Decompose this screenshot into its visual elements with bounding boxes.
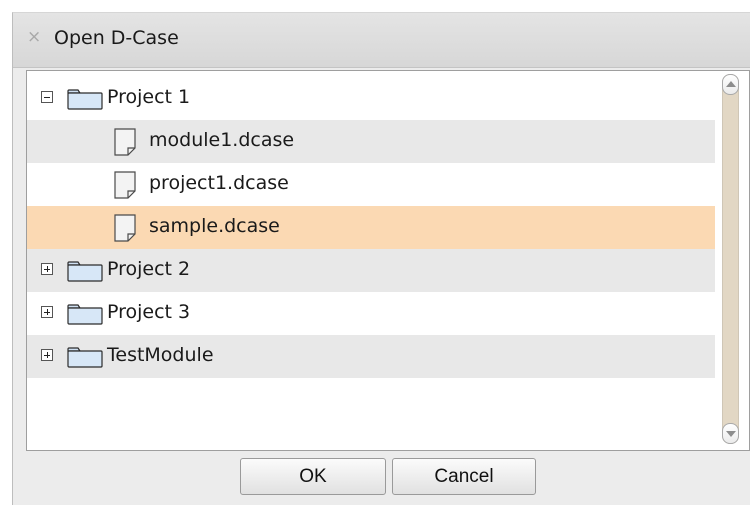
tree-row-project-1[interactable]: Project 1 xyxy=(27,77,715,120)
dialog-titlebar: × Open D-Case xyxy=(13,13,750,68)
file-icon xyxy=(114,128,136,156)
arrow-up-icon xyxy=(726,81,736,87)
open-dcase-dialog: × Open D-Case Project 1 module1.dcase pr… xyxy=(12,12,750,505)
scroll-up-button[interactable] xyxy=(722,74,739,95)
tree-item-label: project1.dcase xyxy=(149,172,289,194)
tree-item-label: Project 3 xyxy=(107,301,191,323)
scrollbar-track[interactable] xyxy=(722,74,739,444)
scroll-down-button[interactable] xyxy=(722,423,739,444)
tree-item-label: module1.dcase xyxy=(149,129,295,151)
folder-icon xyxy=(67,304,103,325)
expand-toggle[interactable] xyxy=(41,349,53,361)
tree-row-project1-dcase[interactable]: project1.dcase xyxy=(27,163,715,206)
tree-row-testmodule[interactable]: TestModule xyxy=(27,335,715,378)
tree-item-label: TestModule xyxy=(107,344,214,366)
expand-toggle[interactable] xyxy=(41,263,53,275)
project-tree[interactable]: Project 1 module1.dcase project1.dcase s… xyxy=(26,70,750,451)
cancel-button[interactable]: Cancel xyxy=(392,458,536,495)
tree-item-label: sample.dcase xyxy=(149,215,280,237)
tree-row-module1-dcase[interactable]: module1.dcase xyxy=(27,120,715,163)
tree-row-project-2[interactable]: Project 2 xyxy=(27,249,715,292)
tree-row-sample-dcase[interactable]: sample.dcase xyxy=(27,206,715,249)
close-icon[interactable]: × xyxy=(27,29,41,46)
arrow-down-icon xyxy=(726,431,736,437)
folder-icon xyxy=(67,89,103,110)
tree-item-label: Project 2 xyxy=(107,258,191,280)
expand-toggle[interactable] xyxy=(41,306,53,318)
tree-row-project-3[interactable]: Project 3 xyxy=(27,292,715,335)
folder-icon xyxy=(67,261,103,282)
tree-item-label: Project 1 xyxy=(107,86,191,108)
vertical-scrollbar[interactable] xyxy=(719,74,743,445)
collapse-toggle[interactable] xyxy=(41,91,53,103)
file-icon xyxy=(114,214,136,242)
dialog-title: Open D-Case xyxy=(54,27,179,49)
file-icon xyxy=(114,171,136,199)
ok-button[interactable]: OK xyxy=(240,458,386,495)
folder-icon xyxy=(67,347,103,368)
